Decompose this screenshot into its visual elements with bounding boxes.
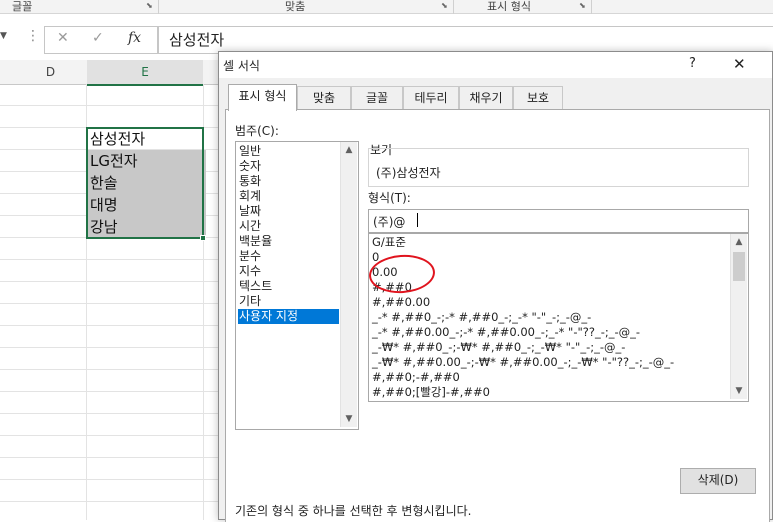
help-button[interactable]: ? [689,56,696,71]
name-box-dropdown-icon[interactable]: ▼ [0,31,7,41]
category-item-selected[interactable]: 사용자 지정 [238,309,339,324]
category-item[interactable]: 시간 [238,219,261,234]
font-dialog-launcher-icon[interactable]: ⬊ [146,1,155,10]
ribbon-group-labels: 글꼴 ⬊ 맞춤 ⬊ 표시 형식 ⬊ [0,0,773,14]
format-item[interactable]: 0 [372,250,379,265]
type-input-value: (주)@ [373,215,406,229]
category-list[interactable]: 일반 숫자 통화 회계 날짜 시간 백분율 분수 지수 텍스트 기타 사용자 지… [235,141,359,430]
tab-protection[interactable]: 보호 [513,86,563,110]
cancel-icon[interactable]: ✕ [57,30,69,46]
cell-e5[interactable]: LG전자 [87,150,206,173]
group-separator [158,0,159,14]
category-scrollbar[interactable]: ▲ ▼ [340,142,357,427]
alignment-dialog-launcher-icon[interactable]: ⬊ [441,1,450,10]
gridline [0,435,223,436]
category-item[interactable]: 분수 [238,249,261,264]
category-item[interactable]: 회계 [238,189,261,204]
format-item[interactable]: #,##0 [372,280,412,295]
column-header-d[interactable]: D [14,60,88,85]
format-item[interactable]: _-* #,##0_-;-* #,##0_-;_-* "-"_-;_-@_- [372,310,591,325]
font-group-label: 글꼴 [12,0,33,13]
gridline [0,413,223,414]
preview-group: (주)삼성전자 [368,148,749,187]
gridline [0,457,223,458]
scroll-up-icon[interactable]: ▲ [731,234,747,250]
gridline [0,479,223,480]
format-cells-dialog: 셀 서식 ? ✕ 표시 형식 맞춤 글꼴 테두리 채우기 보호 범주(C): 일… [218,51,773,522]
format-item[interactable]: _-₩* #,##0_-;-₩* #,##0_-;_-₩* "-"_-;_-@_… [372,340,625,355]
cell-e7[interactable]: 대명 [87,194,206,217]
formula-input-value: 삼성전자 [169,31,225,49]
tab-fill[interactable]: 채우기 [459,86,513,110]
gridline [0,303,223,304]
tab-border[interactable]: 테두리 [403,86,459,110]
category-item[interactable]: 텍스트 [238,279,272,294]
format-item[interactable]: _-₩* #,##0.00_-;-₩* #,##0.00_-;_-₩* "-"?… [372,355,674,370]
format-item[interactable]: #,##0;[빨강]-#,##0 [372,385,490,400]
tab-font[interactable]: 글꼴 [351,86,403,110]
formula-input[interactable]: 삼성전자 [158,26,773,54]
text-cursor [417,213,418,227]
gridline [0,259,223,260]
column-header-e[interactable]: E [87,60,204,86]
cell-e6[interactable]: 한솔 [87,172,206,195]
type-label: 형식(T): [368,191,411,205]
alignment-group-label: 맞춤 [285,0,306,13]
format-item[interactable]: #,##0;-#,##0 [372,370,460,385]
insert-function-icon[interactable]: fx [128,30,141,46]
gridline [0,325,223,326]
close-button[interactable]: ✕ [733,55,746,73]
gridline [0,369,223,370]
format-list[interactable]: G/표준 0 0.00 #,##0 #,##0.00 _-* #,##0_-;-… [368,233,749,402]
format-item[interactable]: _-* #,##0.00_-;-* #,##0.00_-;_-* "-"??_-… [372,325,640,340]
scroll-down-icon[interactable]: ▼ [731,383,747,399]
dialog-title: 셀 서식 [223,59,260,73]
category-item[interactable]: 지수 [238,264,261,279]
format-item[interactable]: 0.00 [372,265,398,280]
group-separator [591,0,592,14]
preview-value: (주)삼성전자 [376,166,441,180]
tab-alignment[interactable]: 맞춤 [297,86,351,110]
tab-number[interactable]: 표시 형식 [228,84,297,111]
cell-e8[interactable]: 강남 [87,216,206,239]
cell-e4[interactable]: 삼성전자 [87,128,206,151]
scroll-thumb[interactable] [733,252,745,281]
category-item[interactable]: 백분율 [238,234,272,249]
scroll-up-icon[interactable]: ▲ [341,142,357,158]
number-group-label: 표시 형식 [487,0,531,13]
group-separator [453,0,454,14]
category-item[interactable]: 날짜 [238,204,261,219]
category-item[interactable]: 기타 [238,294,261,309]
gridline [0,105,223,106]
fill-handle[interactable] [200,235,206,241]
enter-icon[interactable]: ✓ [92,30,104,46]
formula-buttons-box: ✕ ✓ fx [44,26,158,54]
delete-button[interactable]: 삭제(D) [680,468,756,494]
number-tab-panel: 범주(C): 일반 숫자 통화 회계 날짜 시간 백분율 분수 지수 텍스트 기… [225,109,770,522]
gridline [0,347,223,348]
description-text: 기존의 형식 중 하나를 선택한 후 변형시킵니다. [235,504,472,518]
format-item[interactable]: #,##0.00 [372,295,430,310]
formula-bar-grip-icon[interactable]: ⋮ [26,28,40,44]
scroll-down-icon[interactable]: ▼ [341,411,357,427]
type-input[interactable]: (주)@ [368,209,749,233]
format-item[interactable]: G/표준 [372,235,406,250]
category-item[interactable]: 일반 [238,144,261,159]
format-scrollbar[interactable]: ▲ ▼ [730,234,747,399]
dialog-titlebar[interactable]: 셀 서식 ? ✕ [219,52,772,78]
gridline [0,281,223,282]
gridline [0,501,223,502]
category-label: 범주(C): [235,124,279,138]
number-dialog-launcher-icon[interactable]: ⬊ [579,1,588,10]
column-header-blank[interactable] [0,60,15,85]
category-item[interactable]: 통화 [238,174,261,189]
gridline [0,391,223,392]
category-item[interactable]: 숫자 [238,159,261,174]
